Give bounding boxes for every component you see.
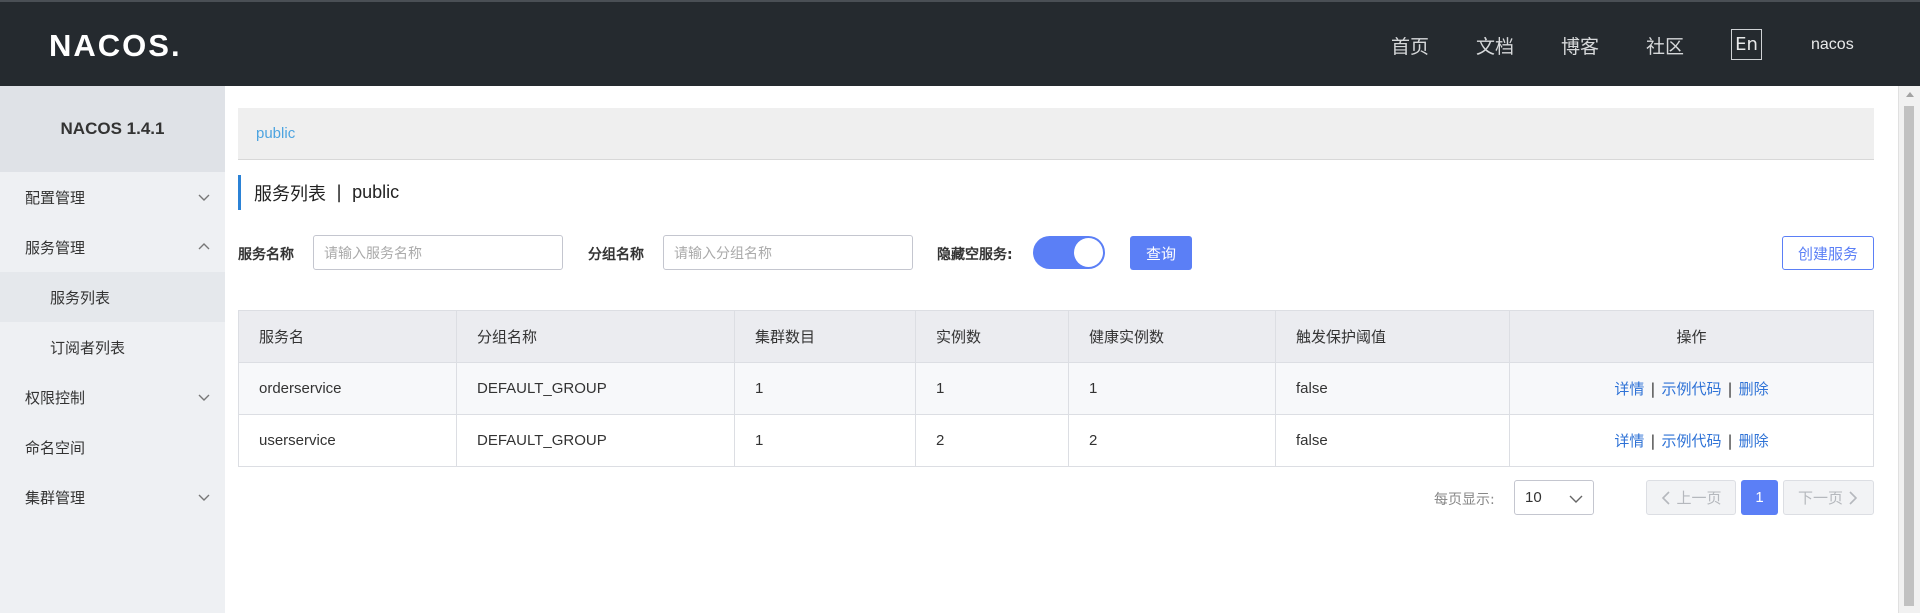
page-size-select[interactable]: 10 — [1514, 480, 1594, 515]
hide-empty-service-label: 隐藏空服务: — [937, 247, 1013, 263]
cell-group-name: DEFAULT_GROUP — [456, 414, 735, 467]
column-header: 集群数目 — [734, 310, 916, 363]
nav-blog[interactable]: 博客 — [1561, 32, 1599, 59]
cell-cluster-count: 1 — [734, 414, 916, 467]
page-title-separator: | — [336, 182, 343, 203]
nav-community[interactable]: 社区 — [1646, 32, 1684, 59]
op-separator: | — [1727, 380, 1733, 398]
table-header-row: 服务名 分组名称 集群数目 实例数 健康实例数 触发保护阈值 操作 — [238, 310, 1874, 363]
hide-empty-service-toggle[interactable] — [1033, 236, 1105, 269]
column-header: 实例数 — [915, 310, 1069, 363]
nacos-logo[interactable]: NACOS. — [49, 28, 182, 64]
column-header: 触发保护阈值 — [1275, 310, 1510, 363]
create-service-button[interactable]: 创建服务 — [1782, 236, 1874, 270]
sample-code-link[interactable]: 示例代码 — [1661, 432, 1721, 450]
detail-link[interactable]: 详情 — [1614, 432, 1644, 450]
service-name-label: 服务名称 — [238, 247, 294, 263]
chevron-right-icon — [1849, 490, 1858, 505]
sidebar-item-cluster-management[interactable]: 集群管理 — [0, 472, 225, 522]
chevron-down-icon — [198, 394, 210, 401]
next-page-button[interactable]: 下一页 — [1783, 480, 1874, 515]
page-title: 服务列表 | public — [238, 175, 399, 210]
page-title-main: 服务列表 — [254, 183, 326, 205]
prev-page-label: 上一页 — [1676, 489, 1722, 507]
cell-operations: 详情 | 示例代码 | 删除 — [1509, 362, 1874, 415]
page-scrollbar[interactable] — [1898, 86, 1920, 613]
namespace-link-public[interactable]: public — [256, 125, 295, 142]
table-row: orderservice DEFAULT_GROUP 1 1 1 false 详… — [238, 362, 1874, 415]
sidebar-item-namespace[interactable]: 命名空间 — [0, 422, 225, 472]
sidebar-item-label: 订阅者列表 — [50, 338, 126, 357]
scroll-up-arrow-icon[interactable] — [1906, 92, 1914, 97]
table-row: userservice DEFAULT_GROUP 1 2 2 false 详情… — [238, 414, 1874, 467]
sidebar-item-access-control[interactable]: 权限控制 — [0, 372, 225, 422]
sidebar-item-config-management[interactable]: 配置管理 — [0, 172, 225, 222]
sidebar-item-label: 权限控制 — [25, 388, 86, 407]
group-name-label: 分组名称 — [588, 247, 644, 263]
nav-home[interactable]: 首页 — [1391, 32, 1429, 59]
chevron-up-icon — [198, 243, 210, 250]
sample-code-link[interactable]: 示例代码 — [1661, 380, 1721, 398]
sidebar-item-service-management[interactable]: 服务管理 — [0, 222, 225, 272]
column-header: 分组名称 — [456, 310, 735, 363]
column-header: 服务名 — [238, 310, 457, 363]
sidebar-item-subscriber-list[interactable]: 订阅者列表 — [0, 322, 225, 372]
scrollbar-thumb[interactable] — [1904, 106, 1914, 606]
cell-group-name: DEFAULT_GROUP — [456, 362, 735, 415]
sidebar-item-label: 服务列表 — [50, 288, 111, 307]
sidebar-item-label: 服务管理 — [25, 238, 86, 257]
sidebar-item-label: 命名空间 — [25, 438, 86, 457]
logo-text: NACOS. — [49, 28, 182, 63]
op-separator: | — [1650, 432, 1656, 450]
cell-operations: 详情 | 示例代码 | 删除 — [1509, 414, 1874, 467]
query-button[interactable]: 查询 — [1130, 236, 1192, 270]
detail-link[interactable]: 详情 — [1614, 380, 1644, 398]
service-name-input[interactable]: 请输入服务名称 — [313, 235, 563, 270]
sidebar-item-label: 集群管理 — [25, 488, 86, 507]
column-header: 健康实例数 — [1068, 310, 1276, 363]
group-name-input[interactable]: 请输入分组名称 — [663, 235, 913, 270]
chevron-down-icon — [1569, 495, 1583, 503]
cell-protect-threshold: false — [1275, 362, 1510, 415]
cell-service-name: orderservice — [238, 362, 457, 415]
cell-instance-count: 2 — [915, 414, 1069, 467]
delete-link[interactable]: 删除 — [1739, 432, 1769, 450]
page-size-label: 每页显示: — [1434, 492, 1495, 508]
column-header: 操作 — [1509, 310, 1874, 363]
chevron-left-icon — [1662, 490, 1671, 505]
cell-instance-count: 1 — [915, 362, 1069, 415]
sidebar-title: NACOS 1.4.1 — [0, 86, 225, 172]
language-switch-button[interactable]: En — [1731, 29, 1762, 60]
nav-docs[interactable]: 文档 — [1476, 32, 1514, 59]
cell-cluster-count: 1 — [734, 362, 916, 415]
sidebar-item-service-list[interactable]: 服务列表 — [0, 272, 225, 322]
cell-healthy-count: 2 — [1068, 414, 1276, 467]
toggle-knob — [1074, 238, 1103, 267]
op-separator: | — [1650, 380, 1656, 398]
delete-link[interactable]: 删除 — [1739, 380, 1769, 398]
prev-page-button[interactable]: 上一页 — [1646, 480, 1736, 515]
user-menu[interactable]: nacos — [1811, 36, 1854, 54]
cell-service-name: userservice — [238, 414, 457, 467]
chevron-down-icon — [198, 194, 210, 201]
next-page-label: 下一页 — [1797, 489, 1843, 507]
page-size-value: 10 — [1525, 489, 1542, 506]
op-separator: | — [1727, 432, 1733, 450]
namespace-bar: public — [238, 108, 1874, 160]
cell-healthy-count: 1 — [1068, 362, 1276, 415]
top-navbar: NACOS. 首页 文档 博客 社区 En nacos — [0, 0, 1920, 86]
sidebar-item-label: 配置管理 — [25, 188, 86, 207]
page-number-current[interactable]: 1 — [1741, 480, 1778, 515]
service-table: 服务名 分组名称 集群数目 实例数 健康实例数 触发保护阈值 操作 orders… — [238, 310, 1874, 467]
page-title-namespace: public — [352, 182, 400, 202]
cell-protect-threshold: false — [1275, 414, 1510, 467]
chevron-down-icon — [198, 494, 210, 501]
sidebar: NACOS 1.4.1 配置管理 服务管理 服务列表 订阅者列表 权限控制 命名… — [0, 86, 225, 613]
